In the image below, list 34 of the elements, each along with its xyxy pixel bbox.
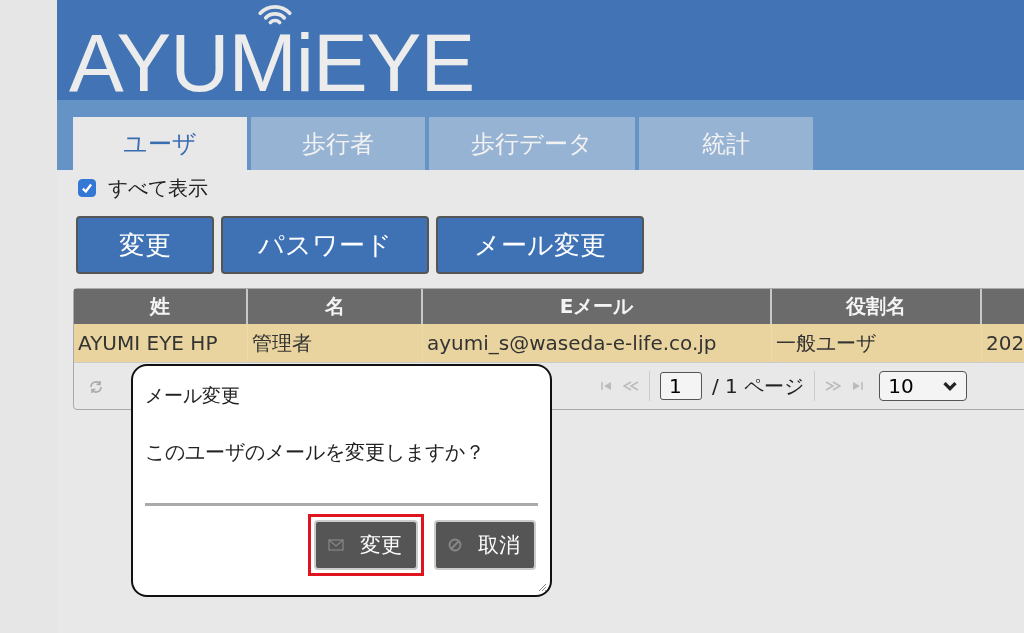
checkbox[interactable]	[78, 179, 96, 197]
dialog-message: このユーザのメールを変更しますか？	[145, 439, 486, 466]
checkmark-icon	[80, 181, 94, 195]
prohibited-icon	[448, 538, 462, 552]
table-cell: 一般ユーザ	[772, 324, 982, 362]
table-cell: ayumi_s@waseda-e-life.co.jp	[423, 324, 772, 362]
column-header[interactable]: 姓	[74, 289, 248, 324]
chevron-down-icon	[942, 380, 959, 392]
checkbox-label: すべて表示	[108, 174, 208, 202]
next-page-icon[interactable]	[825, 381, 842, 391]
table-cell: AYUMI EYE HP	[74, 324, 248, 362]
page-size-select[interactable]: 10	[879, 371, 968, 401]
last-page-icon[interactable]	[851, 381, 864, 391]
action-button[interactable]: 変更	[76, 216, 214, 274]
column-header[interactable]: 名	[248, 289, 423, 324]
confirm-button[interactable]: 変更	[314, 520, 418, 570]
first-page-icon[interactable]	[601, 381, 613, 391]
table-cell: 管理者	[248, 324, 423, 362]
cancel-button[interactable]: 取消	[434, 520, 536, 570]
table-cell: 202	[982, 324, 1024, 362]
action-button[interactable]: パスワード	[221, 216, 429, 274]
column-header[interactable]: 役割名	[772, 289, 982, 324]
page-count: / 1 ページ	[712, 372, 805, 400]
previous-page-icon[interactable]	[623, 381, 639, 391]
resize-grip-icon[interactable]	[537, 582, 547, 592]
tab[interactable]: ユーザ	[73, 117, 247, 170]
dialog-title: メール変更	[145, 383, 241, 408]
column-header[interactable]: Eメール	[423, 289, 772, 324]
table-row[interactable]: AYUMI EYE HP 管理者 ayumi_s@waseda-e-life.co.jp 一般ユーザ 202	[74, 324, 1024, 362]
page-input[interactable]: 1	[660, 372, 702, 400]
refresh-icon[interactable]	[88, 379, 104, 395]
action-button[interactable]: メール変更	[436, 216, 644, 274]
envelope-icon	[328, 539, 344, 551]
logo: AYUMiEYE	[69, 32, 475, 94]
